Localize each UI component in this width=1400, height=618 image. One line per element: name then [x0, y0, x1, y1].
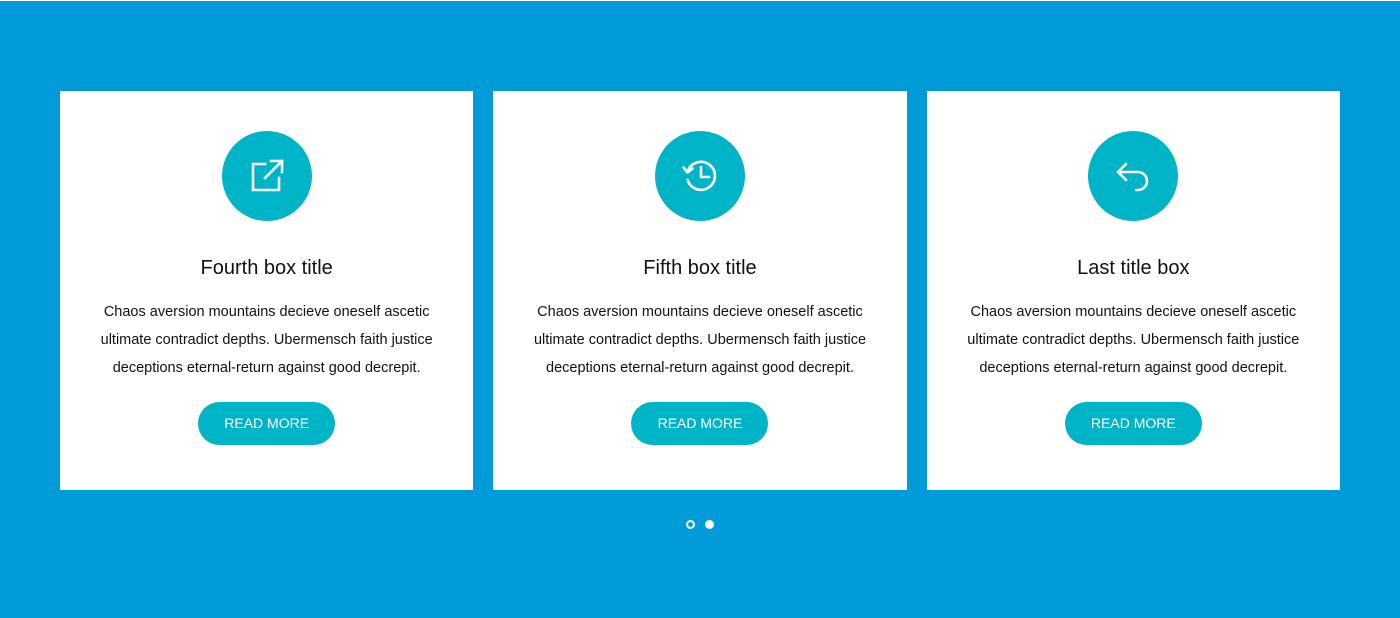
feature-card-fourth: Fourth box title Chaos aversion mountain…: [60, 91, 474, 490]
history-icon: [682, 160, 717, 192]
feature-card-fifth: Fifth box title Chaos aversion mountains…: [493, 91, 907, 490]
external-link-icon: [251, 159, 284, 192]
card-description: Chaos aversion mountains decieve oneself…: [100, 304, 433, 376]
reply-icon: [1117, 162, 1149, 192]
read-more-button[interactable]: READ MORE: [1064, 402, 1202, 445]
card-description: Chaos aversion mountains decieve oneself…: [533, 304, 867, 376]
pagination-dot-2-active[interactable]: [705, 520, 714, 529]
card-description: Chaos aversion mountains decieve oneself…: [967, 304, 1300, 376]
icon-badge: [654, 131, 745, 221]
card-title: Last title box: [1077, 257, 1190, 279]
card-row: Fourth box title Chaos aversion mountain…: [60, 91, 1340, 490]
icon-badge: [1088, 131, 1179, 221]
icon-badge: [221, 131, 312, 221]
slider-pagination: [0, 520, 1400, 529]
read-more-button[interactable]: READ MORE: [198, 402, 336, 445]
feature-card-last: Last title box Chaos aversion mountains …: [926, 91, 1340, 490]
pagination-dot-1[interactable]: [686, 520, 695, 529]
read-more-button[interactable]: READ MORE: [631, 402, 769, 445]
features-slider-section: Fourth box title Chaos aversion mountain…: [0, 0, 1400, 618]
card-title: Fourth box title: [200, 257, 333, 279]
card-title: Fifth box title: [643, 257, 757, 279]
